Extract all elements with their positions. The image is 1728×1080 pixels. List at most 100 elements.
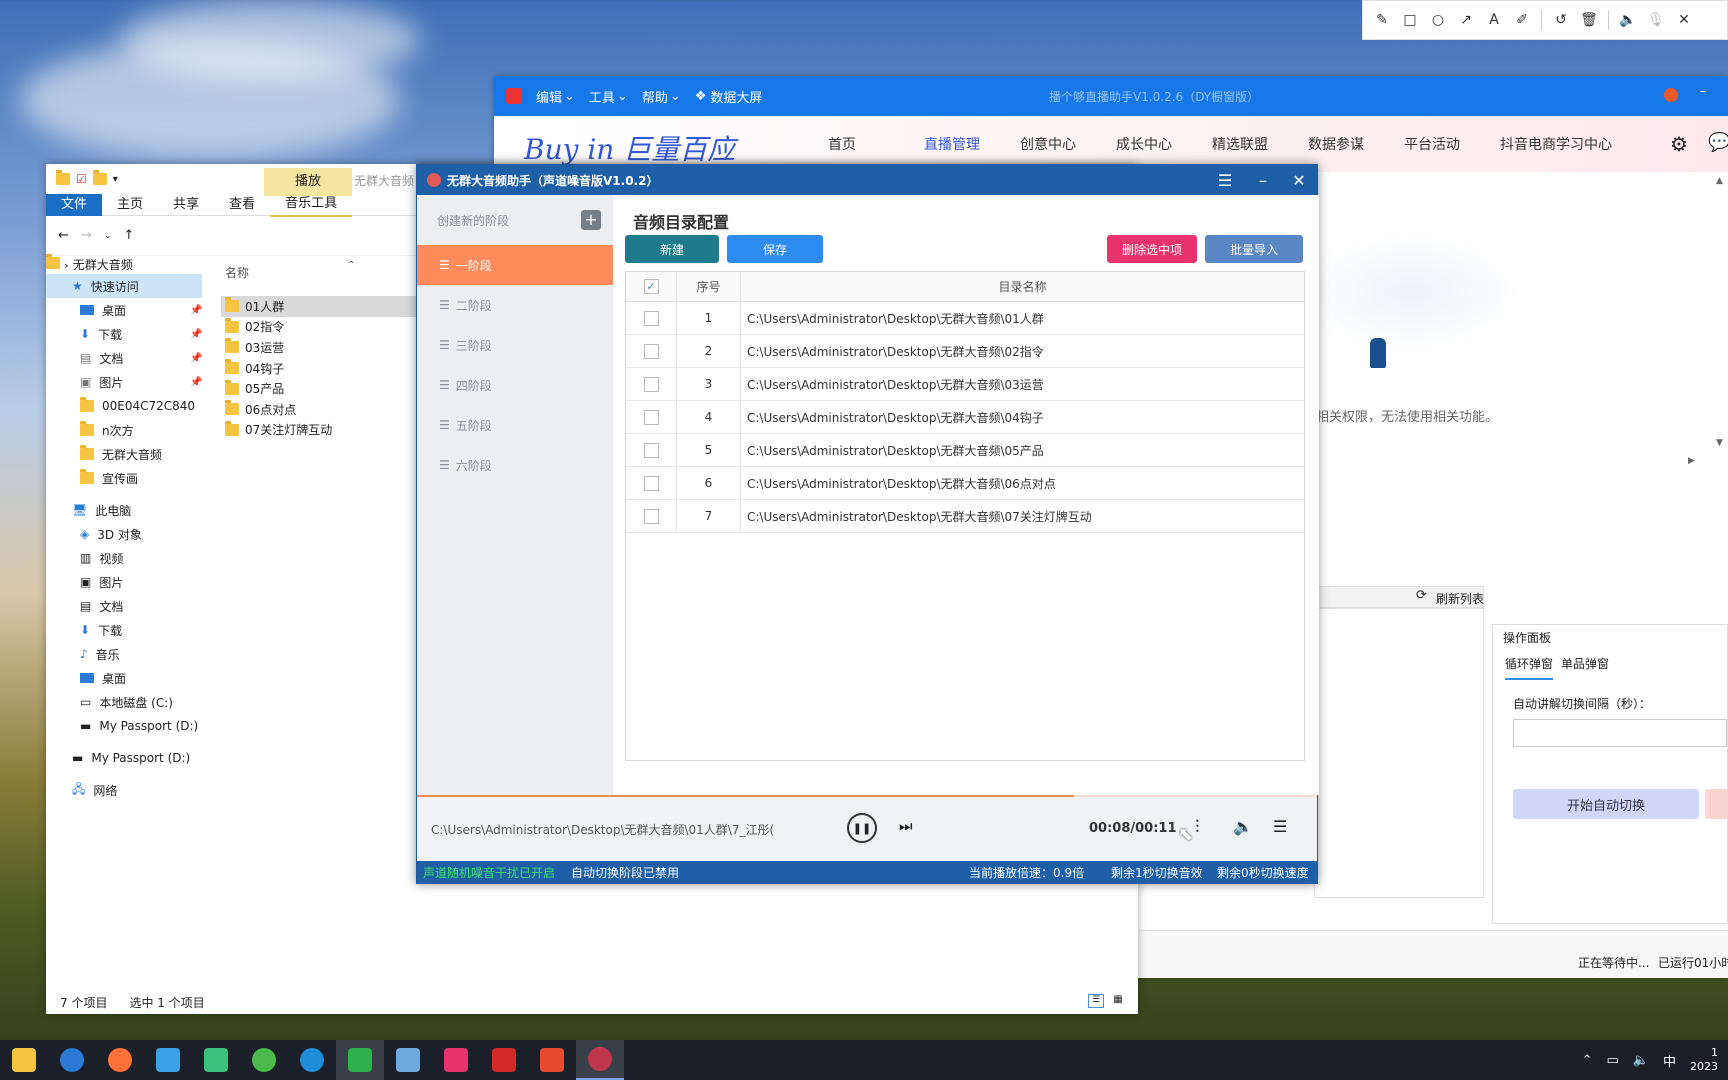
contextual-tab-play[interactable]: 播放 (264, 168, 352, 196)
nav-activity[interactable]: 平台活动 (1404, 134, 1500, 154)
properties-icon[interactable]: ☑ (76, 172, 87, 186)
ime-indicator[interactable]: 中 (1663, 1051, 1676, 1070)
breadcrumb[interactable]: 无群大音频 (73, 258, 133, 272)
row-checkbox[interactable] (643, 310, 659, 326)
volume-tray-icon[interactable]: 🔈 (1633, 1053, 1649, 1068)
ribbon-home[interactable]: 主页 (102, 194, 158, 216)
window-close-icon[interactable] (1664, 88, 1678, 102)
tab-single-popup[interactable]: 单品弹窗 (1561, 655, 1609, 672)
add-stage-button[interactable]: + (581, 210, 601, 230)
nav-desktop[interactable]: 桌面 (46, 666, 206, 690)
nav-item-folder[interactable]: 00E04C72C840 (46, 394, 206, 418)
ribbon-share[interactable]: 共享 (158, 194, 214, 216)
file-item[interactable]: 02指令 (221, 317, 421, 338)
nav-documents[interactable]: ▤ 文档 (46, 594, 206, 618)
taskbar-audio-assistant[interactable] (576, 1040, 624, 1080)
qa-dropdown-icon[interactable]: ▾ (113, 174, 118, 185)
taskbar-firefox[interactable] (96, 1040, 144, 1080)
volume-icon[interactable]: 🔈 (1233, 817, 1253, 836)
stage-item[interactable]: ☰ 六阶段 (417, 445, 613, 485)
taskbar-b-app[interactable] (480, 1040, 528, 1080)
nav-home[interactable]: 首页 (828, 134, 924, 154)
pin-icon[interactable]: 📌 (190, 353, 202, 364)
menu-data-screen[interactable]: 数据大屏 (710, 87, 762, 106)
nav-passport-pc[interactable]: ▬ My Passport (D:) (46, 714, 206, 738)
nav-item-folder[interactable]: 宣传画 (46, 466, 206, 490)
table-row[interactable]: 5 C:\Users\Administrator\Desktop\无群大音频\05… (626, 434, 1304, 467)
recent-dropdown-icon[interactable]: ⌄ (104, 231, 112, 241)
nav-data[interactable]: 数据参谋 (1308, 134, 1404, 154)
menu-edit[interactable]: 编辑 (536, 87, 562, 106)
nav-item-downloads[interactable]: ⬇ 下载 📌 (46, 322, 206, 346)
table-row[interactable]: 2 C:\Users\Administrator\Desktop\无群大音频\02… (626, 335, 1304, 368)
nav-videos[interactable]: ▥ 视频 (46, 546, 206, 570)
ribbon-music-tools[interactable]: 音乐工具 (270, 193, 353, 217)
menu-tools[interactable]: 工具 (589, 87, 615, 106)
trash-icon[interactable]: 🗑 (1580, 11, 1598, 29)
row-checkbox[interactable] (643, 442, 659, 458)
tiles-view-icon[interactable]: ▦ (1110, 994, 1126, 1008)
nav-music[interactable]: ♪ 音乐 (46, 642, 206, 666)
row-checkbox[interactable] (643, 409, 659, 425)
circle-icon[interactable]: ○ (1429, 11, 1447, 29)
nav-this-pc[interactable]: 🖥 此电脑 (46, 498, 206, 522)
taskbar-bilibili[interactable] (144, 1040, 192, 1080)
table-row[interactable]: 4 C:\Users\Administrator\Desktop\无群大音频\04… (626, 401, 1304, 434)
nav-pictures[interactable]: ▣ 图片 (46, 570, 206, 594)
nav-item-desktop[interactable]: 桌面 📌 (46, 298, 206, 322)
delete-selected-button[interactable]: 删除选中项 (1107, 235, 1197, 263)
settings-icon[interactable]: ⚙ (1670, 132, 1688, 156)
ribbon-view[interactable]: 查看 (214, 194, 270, 216)
new-folder-icon[interactable] (92, 170, 107, 185)
playlist-queue-icon[interactable]: ☰ (1273, 817, 1287, 836)
file-item[interactable]: 01人群 (221, 296, 421, 317)
pin-icon[interactable]: 📌 (190, 305, 202, 316)
row-checkbox[interactable] (643, 376, 659, 392)
nav-network[interactable]: 🖧 网络 (46, 778, 206, 802)
back-icon[interactable]: ← (58, 228, 69, 243)
pin-icon[interactable]: 📌 (190, 329, 202, 340)
row-checkbox[interactable] (643, 343, 659, 359)
save-button[interactable]: 保存 (727, 235, 823, 263)
taskbar-media[interactable] (192, 1040, 240, 1080)
stage-item[interactable]: ☰ 一阶段 (417, 245, 613, 285)
tab-loop-popup[interactable]: 循环弹窗 (1505, 655, 1554, 680)
file-item[interactable]: 04钩子 (221, 358, 421, 379)
arrow-icon[interactable]: ↗ (1457, 11, 1475, 29)
refresh-list-button[interactable]: 刷新列表 (1436, 590, 1484, 607)
column-header-name[interactable]: 名称 ⌃ (221, 260, 421, 284)
rectangle-icon[interactable]: □ (1401, 11, 1419, 29)
taskbar-notes[interactable] (384, 1040, 432, 1080)
taskbar-sync[interactable] (240, 1040, 288, 1080)
table-row[interactable]: 3 C:\Users\Administrator\Desktop\无群大音频\03… (626, 368, 1304, 401)
file-item[interactable]: 05产品 (221, 378, 421, 399)
pen-icon[interactable]: ✎ (1373, 11, 1391, 29)
tray-expand-icon[interactable]: ⌃ (1582, 1053, 1593, 1068)
nav-item-documents[interactable]: ▤ 文档 📌 (46, 346, 206, 370)
nav-alliance[interactable]: 精选联盟 (1212, 134, 1308, 154)
table-row[interactable]: 7 C:\Users\Administrator\Desktop\无群大音频\07… (626, 500, 1304, 533)
refresh-icon[interactable]: ⟳ (1416, 588, 1427, 603)
nav-item-folder[interactable]: 无群大音频 (46, 442, 206, 466)
nav-item-folder[interactable]: n次方 (46, 418, 206, 442)
batch-import-button[interactable]: 批量导入 (1205, 235, 1303, 263)
taskbar-wps[interactable] (528, 1040, 576, 1080)
pause-button[interactable]: ❚❚ (847, 813, 877, 843)
stop-button[interactable] (1705, 789, 1728, 819)
nav-downloads[interactable]: ⬇ 下载 (46, 618, 206, 642)
taskbar-wechat[interactable] (336, 1040, 384, 1080)
close-icon[interactable]: ✕ (1675, 11, 1693, 29)
forward-icon[interactable]: → (81, 228, 92, 243)
taskbar-app[interactable] (48, 1040, 96, 1080)
stage-item[interactable]: ☰ 二阶段 (417, 285, 613, 325)
minimize-icon[interactable]: – (1700, 84, 1707, 99)
new-button[interactable]: 新建 (625, 235, 719, 263)
mic-off-icon[interactable]: 🎙 (1647, 11, 1665, 29)
nav-3d-objects[interactable]: ◈ 3D 对象 (46, 522, 206, 546)
pin-icon[interactable]: 📌 (190, 377, 202, 388)
text-icon[interactable]: A (1485, 11, 1503, 29)
row-checkbox[interactable] (643, 508, 659, 524)
stage-item[interactable]: ☰ 五阶段 (417, 405, 613, 445)
clock[interactable]: 1 2023 (1690, 1046, 1718, 1074)
nav-learning[interactable]: 抖音电商学习中心 (1500, 134, 1640, 154)
